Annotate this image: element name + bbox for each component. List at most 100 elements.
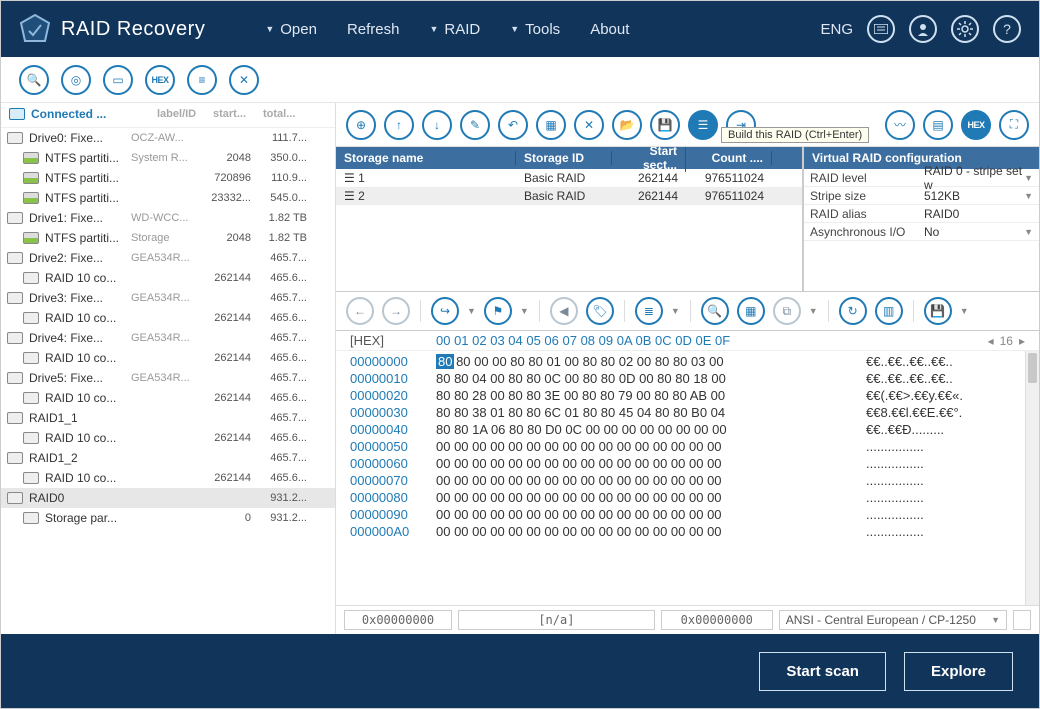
help-icon[interactable]: ? bbox=[993, 15, 1021, 43]
app-logo: RAID Recovery bbox=[19, 13, 205, 45]
goto-icon[interactable]: ↪ bbox=[431, 297, 459, 325]
start-scan-button[interactable]: Start scan bbox=[759, 652, 886, 691]
fullscreen-icon[interactable]: ⛶ bbox=[999, 110, 1029, 140]
search-icon[interactable]: 🔍 bbox=[19, 65, 49, 95]
sidebar-row[interactable]: RAID 10 co...262144465.6... bbox=[1, 428, 335, 448]
forward-icon[interactable]: → bbox=[382, 297, 410, 325]
scan-icon[interactable]: ◎ bbox=[61, 65, 91, 95]
raid-icon bbox=[23, 272, 39, 284]
menu-about[interactable]: About bbox=[590, 21, 629, 38]
down-icon[interactable]: ↓ bbox=[422, 110, 452, 140]
language-selector[interactable]: ENG bbox=[820, 21, 853, 38]
sidebar-row[interactable]: Drive1: Fixe...WD-WCC...1.82 TB bbox=[1, 208, 335, 228]
sidebar-row[interactable]: NTFS partiti...Storage20481.82 TB bbox=[1, 228, 335, 248]
build-raid-icon[interactable]: ☰ bbox=[688, 110, 718, 140]
sidebar-row[interactable]: Storage par...0931.2... bbox=[1, 508, 335, 528]
up-icon[interactable]: ↑ bbox=[384, 110, 414, 140]
options-box[interactable] bbox=[1013, 610, 1031, 630]
sidebar-row[interactable]: RAID0931.2... bbox=[1, 488, 335, 508]
reload-icon[interactable]: ↻ bbox=[839, 297, 867, 325]
edit-icon[interactable]: ✎ bbox=[460, 110, 490, 140]
sidebar-list[interactable]: Drive0: Fixe...OCZ-AW...111.7...NTFS par… bbox=[1, 128, 335, 634]
offset-1[interactable]: 0x00000000 bbox=[344, 610, 452, 630]
hex-row: 0000006000 00 00 00 00 00 00 00 00 00 00… bbox=[350, 455, 1025, 472]
raid-icon bbox=[23, 392, 39, 404]
drive-icon bbox=[7, 372, 23, 384]
storage-table: Storage name Storage ID Start sect... Co… bbox=[336, 147, 803, 291]
menu-open[interactable]: ▼Open bbox=[265, 21, 317, 38]
sidebar-row[interactable]: RAID 10 co...262144465.6... bbox=[1, 268, 335, 288]
back-icon[interactable]: ← bbox=[346, 297, 374, 325]
config-row[interactable]: RAID aliasRAID0 bbox=[804, 205, 1039, 223]
copy-icon[interactable]: ⧉ bbox=[773, 297, 801, 325]
explore-button[interactable]: Explore bbox=[904, 652, 1013, 691]
hex-toolbar: ← → ↪▼ ⚑▼ ◀ 🏷 ≣▼ 🔍 ▦ ⧉▼ ↻ ▥ 💾▼ bbox=[336, 291, 1039, 331]
bookmark-icon[interactable]: ⚑ bbox=[484, 297, 512, 325]
config-row[interactable]: Asynchronous I/ONo▼ bbox=[804, 223, 1039, 241]
sidebar-row[interactable]: RAID 10 co...262144465.6... bbox=[1, 468, 335, 488]
open-folder-icon[interactable]: 📂 bbox=[612, 110, 642, 140]
raid-icon bbox=[23, 512, 39, 524]
hex-row: 0000003080 80 38 01 80 80 6C 01 80 80 45… bbox=[350, 404, 1025, 421]
menu-raid[interactable]: ▼RAID bbox=[429, 21, 480, 38]
hex-body[interactable]: 0000000080 80 00 00 80 80 01 00 80 80 02… bbox=[336, 351, 1039, 605]
sidebar-row[interactable]: RAID1_2465.7... bbox=[1, 448, 335, 468]
rows-icon[interactable]: ≣ bbox=[635, 297, 663, 325]
hex-scrollbar[interactable] bbox=[1025, 351, 1039, 605]
close-icon[interactable]: ✕ bbox=[229, 65, 259, 95]
sidebar-row[interactable]: RAID 10 co...262144465.6... bbox=[1, 348, 335, 368]
sidebar-row[interactable]: RAID1_1465.7... bbox=[1, 408, 335, 428]
raid-icon bbox=[7, 412, 23, 424]
sidebar-row[interactable]: Drive2: Fixe...GEA534R...465.7... bbox=[1, 248, 335, 268]
menu-tools[interactable]: ▼Tools bbox=[510, 21, 560, 38]
hex-toggle-icon[interactable]: HEX bbox=[961, 110, 991, 140]
gear-icon[interactable] bbox=[951, 15, 979, 43]
sidebar-row[interactable]: Drive0: Fixe...OCZ-AW...111.7... bbox=[1, 128, 335, 148]
table-row[interactable]: ☰ 2Basic RAID262144976511024 bbox=[336, 187, 802, 205]
hex-icon[interactable]: HEX bbox=[145, 65, 175, 95]
storage-sidebar: Connected ... label/ID start... total...… bbox=[1, 103, 336, 634]
chart-icon[interactable]: ▤ bbox=[923, 110, 953, 140]
sidebar-row[interactable]: RAID 10 co...262144465.6... bbox=[1, 308, 335, 328]
list-icon[interactable]: ≡ bbox=[187, 65, 217, 95]
columns-icon[interactable]: ▥ bbox=[875, 297, 903, 325]
find-icon[interactable]: 🔍 bbox=[701, 297, 729, 325]
config-row[interactable]: RAID levelRAID 0 - stripe set w▼ bbox=[804, 169, 1039, 187]
pulse-icon[interactable]: 〰 bbox=[885, 110, 915, 140]
view-icon[interactable] bbox=[867, 15, 895, 43]
hex-label: [HEX] bbox=[350, 333, 436, 348]
menu-refresh[interactable]: Refresh bbox=[347, 21, 400, 38]
save-icon[interactable]: 💾 bbox=[650, 110, 680, 140]
sidebar-header: Connected ... label/ID start... total... bbox=[1, 103, 335, 128]
sidebar-row[interactable]: Drive5: Fixe...GEA534R...465.7... bbox=[1, 368, 335, 388]
sidebar-row[interactable]: Drive4: Fixe...GEA534R...465.7... bbox=[1, 328, 335, 348]
target-icon[interactable]: ⊕ bbox=[346, 110, 376, 140]
grid-icon[interactable]: ▦ bbox=[737, 297, 765, 325]
offset-2[interactable]: [n/a] bbox=[458, 610, 655, 630]
prev-tag-icon[interactable]: ◀ bbox=[550, 297, 578, 325]
hex-row: 0000005000 00 00 00 00 00 00 00 00 00 00… bbox=[350, 438, 1025, 455]
disk-save-icon[interactable]: 💾 bbox=[924, 297, 952, 325]
sidebar-row[interactable]: RAID 10 co...262144465.6... bbox=[1, 388, 335, 408]
hex-status: 0x00000000 [n/a] 0x00000000 ANSI - Centr… bbox=[336, 605, 1039, 634]
sidebar-row[interactable]: Drive3: Fixe...GEA534R...465.7... bbox=[1, 288, 335, 308]
config-row[interactable]: Stripe size512KB▼ bbox=[804, 187, 1039, 205]
encoding-select[interactable]: ANSI - Central European / CP-1250▼ bbox=[779, 610, 1007, 630]
sidebar-row[interactable]: NTFS partiti...23332...545.0... bbox=[1, 188, 335, 208]
chip-icon[interactable]: ▦ bbox=[536, 110, 566, 140]
dropdown-icon: ▼ bbox=[265, 24, 274, 34]
undo-icon[interactable]: ↶ bbox=[498, 110, 528, 140]
image-icon[interactable]: ▭ bbox=[103, 65, 133, 95]
user-icon[interactable] bbox=[909, 15, 937, 43]
sidebar-row[interactable]: NTFS partiti...System R...2048350.0... bbox=[1, 148, 335, 168]
raid-icon bbox=[23, 312, 39, 324]
hex-page-nav[interactable]: ◂ 16 ▸ bbox=[988, 334, 1025, 348]
sidebar-row[interactable]: NTFS partiti...720896110.9... bbox=[1, 168, 335, 188]
recovery-icon bbox=[19, 13, 51, 45]
primary-toolbar: 🔍 ◎ ▭ HEX ≡ ✕ bbox=[1, 57, 1039, 103]
part-icon bbox=[23, 192, 39, 204]
tag-icon[interactable]: 🏷 bbox=[586, 297, 614, 325]
remove-icon[interactable]: ✕ bbox=[574, 110, 604, 140]
table-row[interactable]: ☰ 1Basic RAID262144976511024 bbox=[336, 169, 802, 187]
offset-3[interactable]: 0x00000000 bbox=[661, 610, 773, 630]
